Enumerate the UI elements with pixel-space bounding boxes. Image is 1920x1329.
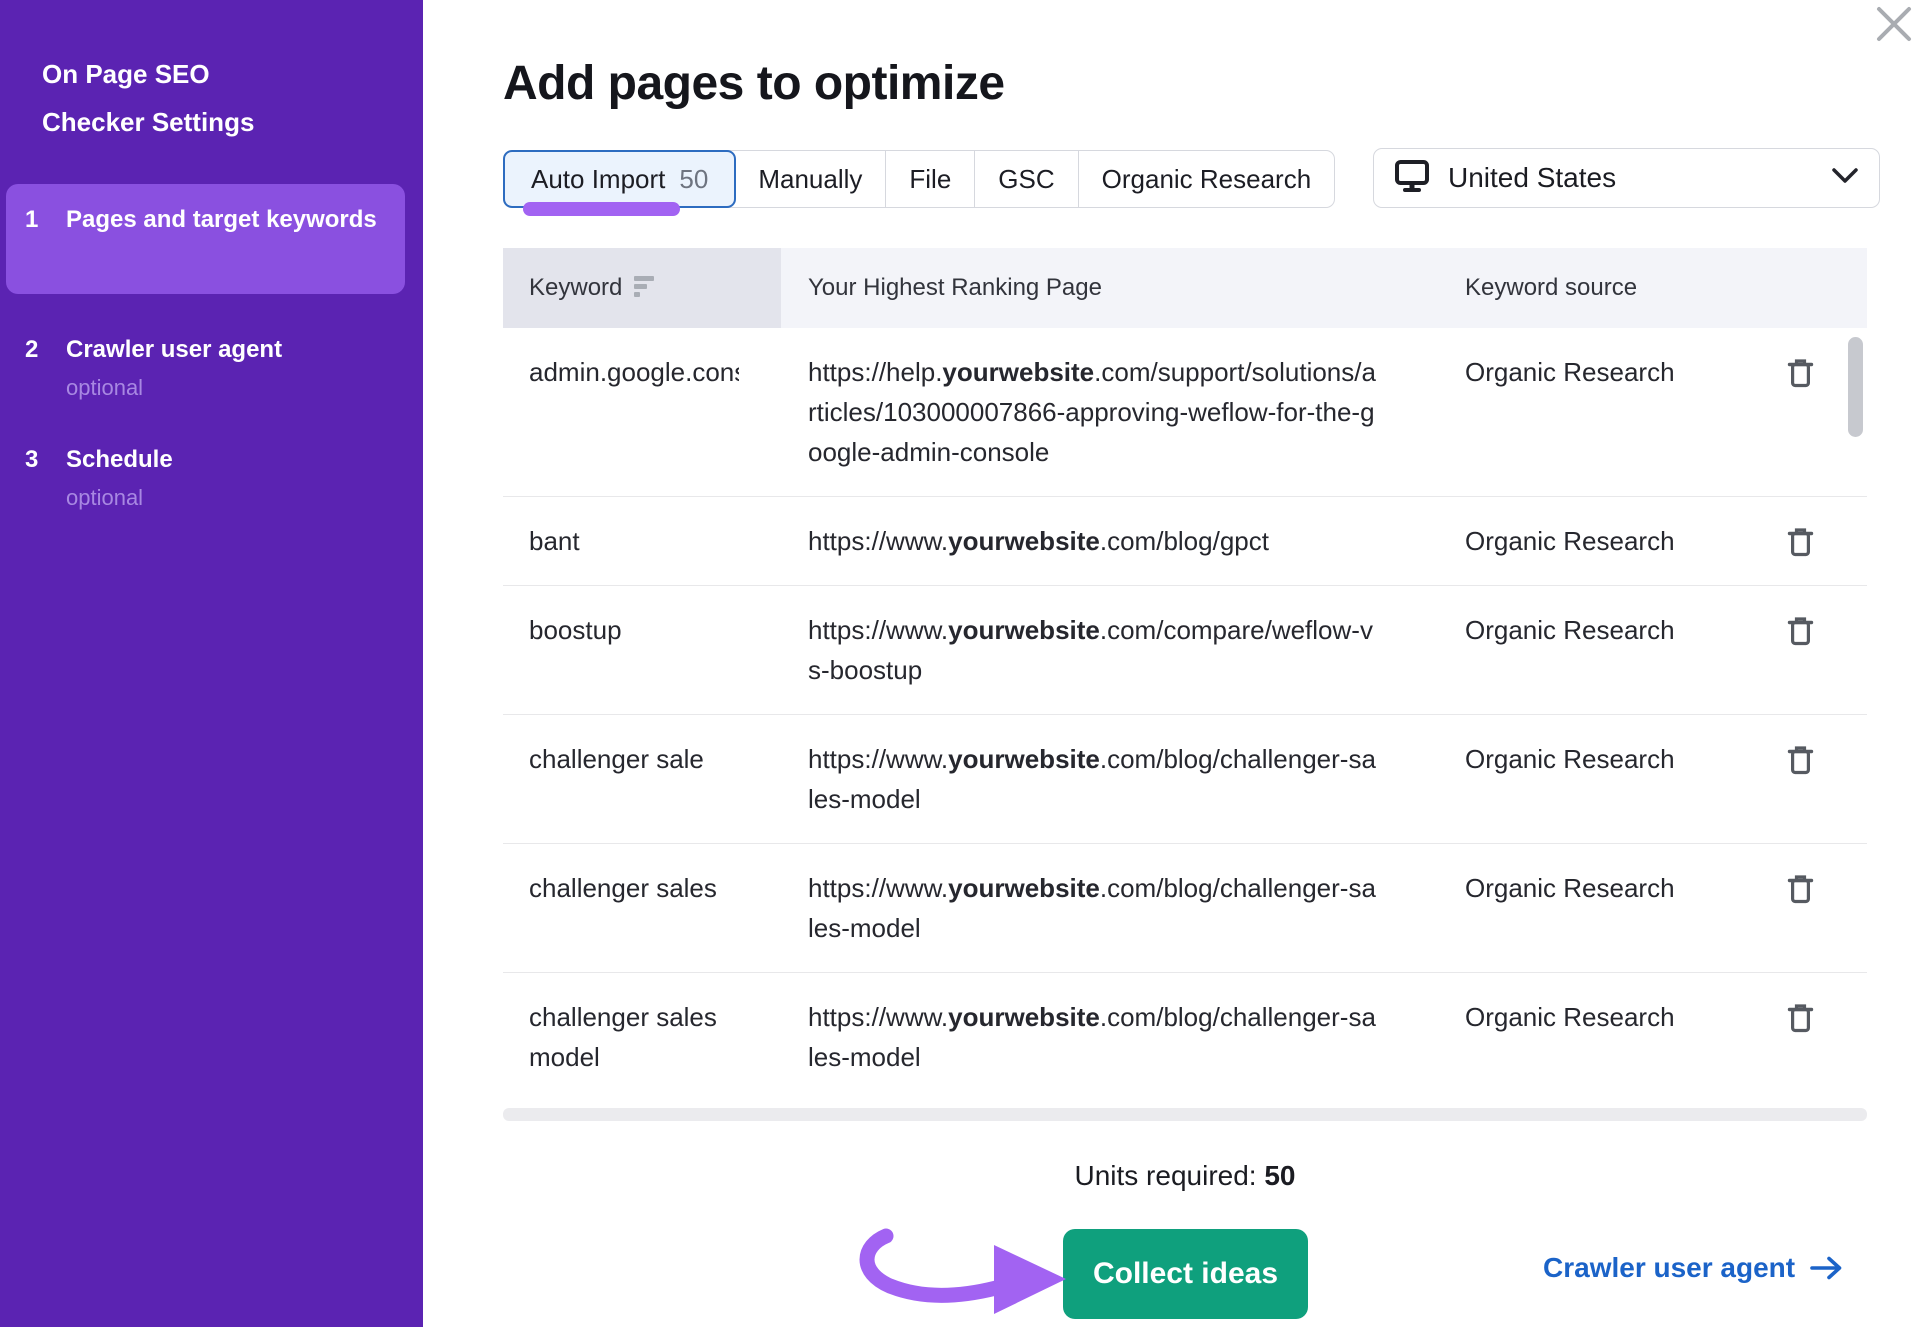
sidebar-step-crawler-user-agent[interactable]: 2 Crawler user agent optional xyxy=(6,314,405,420)
column-header-source-label: Keyword source xyxy=(1465,274,1637,302)
tab-gsc[interactable]: GSC xyxy=(975,151,1078,207)
country-select-value: United States xyxy=(1448,162,1831,194)
keyword-cell: boostup xyxy=(503,610,781,690)
ranking-page-url: https://www.yourwebsite.com/blog/gpct xyxy=(808,521,1380,561)
keywords-table: admin.google.console https://help.yourwe… xyxy=(503,328,1867,1101)
delete-row-button[interactable] xyxy=(1760,868,1840,948)
step-number: 3 xyxy=(25,441,66,513)
tab-auto-import-label: Auto Import xyxy=(531,164,665,195)
step-optional-label: optional xyxy=(66,483,391,513)
delete-row-button[interactable] xyxy=(1760,739,1840,819)
step-label: Crawler user agent xyxy=(66,336,282,363)
tab-auto-import[interactable]: Auto Import 50 xyxy=(503,150,736,208)
trash-icon xyxy=(1787,874,1814,905)
units-required-label: Units required: xyxy=(1074,1160,1264,1191)
delete-row-button[interactable] xyxy=(1760,610,1840,690)
keyword-cell: bant xyxy=(503,521,781,561)
table-header: Keyword Your Highest Ranking Page Keywor… xyxy=(503,248,1867,328)
keyword-source-cell: Organic Research xyxy=(1465,610,1760,690)
tab-manually[interactable]: Manually xyxy=(735,151,886,207)
ranking-page-url: https://www.yourwebsite.com/blog/challen… xyxy=(808,868,1380,948)
keyword-source-cell: Organic Research xyxy=(1465,997,1760,1077)
column-header-page: Your Highest Ranking Page xyxy=(781,248,1465,328)
keyword-source-cell: Organic Research xyxy=(1465,868,1760,948)
country-select[interactable]: United States xyxy=(1373,148,1880,208)
tab-organic-research-label: Organic Research xyxy=(1102,164,1312,195)
keyword-cell: challenger sales model xyxy=(503,997,781,1077)
chevron-down-icon xyxy=(1831,167,1859,189)
delete-row-button[interactable] xyxy=(1760,997,1840,1077)
keyword-cell: challenger sale xyxy=(503,739,781,819)
device-monitor-icon xyxy=(1394,159,1430,198)
table-row: admin.google.console https://help.yourwe… xyxy=(503,328,1867,496)
table-row: challenger sales https://www.yourwebsite… xyxy=(503,843,1867,972)
step-label: Pages and target keywords xyxy=(66,206,377,233)
tab-organic-research[interactable]: Organic Research xyxy=(1079,151,1335,207)
trash-icon xyxy=(1787,1003,1814,1034)
table-row: bant https://www.yourwebsite.com/blog/gp… xyxy=(503,496,1867,585)
units-required-value: 50 xyxy=(1264,1160,1295,1191)
delete-row-button[interactable] xyxy=(1760,521,1840,561)
sidebar-title-line2: Checker Settings xyxy=(42,98,254,146)
purple-underline-annotation xyxy=(523,202,680,216)
table-row: challenger sale https://www.yourwebsite.… xyxy=(503,714,1867,843)
sidebar-step-pages-and-target-keywords[interactable]: 1 Pages and target keywords xyxy=(6,184,405,294)
keyword-source-cell: Organic Research xyxy=(1465,352,1760,472)
settings-sidebar: On Page SEO Checker Settings 1 Pages and… xyxy=(0,0,423,1327)
sort-icon[interactable] xyxy=(634,276,654,300)
ranking-page-url: https://help.yourwebsite.com/support/sol… xyxy=(808,352,1380,472)
keyword-cell: challenger sales xyxy=(503,868,781,948)
trash-icon xyxy=(1787,745,1814,776)
sidebar-title: On Page SEO Checker Settings xyxy=(42,50,254,146)
column-header-page-label: Your Highest Ranking Page xyxy=(808,274,1102,302)
column-header-keyword-label: Keyword xyxy=(529,274,622,302)
close-icon[interactable] xyxy=(1872,2,1916,46)
crawler-user-agent-link-label: Crawler user agent xyxy=(1543,1252,1795,1284)
keyword-cell: admin.google.console xyxy=(529,352,739,392)
tab-manually-label: Manually xyxy=(758,164,862,195)
page-title: Add pages to optimize xyxy=(503,56,1005,111)
step-number: 2 xyxy=(25,331,66,403)
crawler-user-agent-link[interactable]: Crawler user agent xyxy=(1543,1252,1845,1284)
import-source-tabs: Auto Import 50 Manually File GSC Organic… xyxy=(503,150,1335,208)
delete-row-button[interactable] xyxy=(1760,352,1840,472)
sidebar-step-schedule[interactable]: 3 Schedule optional xyxy=(6,424,405,530)
keyword-source-cell: Organic Research xyxy=(1465,521,1760,561)
ranking-page-url: https://www.yourwebsite.com/blog/challen… xyxy=(808,739,1380,819)
column-header-keyword[interactable]: Keyword xyxy=(503,248,781,328)
step-optional-label: optional xyxy=(66,373,391,403)
tab-gsc-label: GSC xyxy=(998,164,1054,195)
table-row: challenger sales model https://www.yourw… xyxy=(503,972,1867,1101)
sidebar-title-line1: On Page SEO xyxy=(42,50,254,98)
column-header-source: Keyword source xyxy=(1465,248,1760,328)
ranking-page-url: https://www.yourwebsite.com/compare/wefl… xyxy=(808,610,1380,690)
tab-file[interactable]: File xyxy=(886,151,975,207)
collect-ideas-button[interactable]: Collect ideas xyxy=(1063,1229,1308,1319)
ranking-page-url: https://www.yourwebsite.com/blog/challen… xyxy=(808,997,1380,1077)
trash-icon xyxy=(1787,616,1814,647)
onpage-seo-checker-settings-modal: On Page SEO Checker Settings 1 Pages and… xyxy=(0,0,1920,1327)
tab-auto-import-count: 50 xyxy=(679,164,708,195)
step-number: 1 xyxy=(25,201,66,277)
vertical-scrollbar-thumb[interactable] xyxy=(1848,337,1863,437)
trash-icon xyxy=(1787,527,1814,558)
arrow-right-icon xyxy=(1809,1255,1845,1281)
step-label: Schedule xyxy=(66,446,173,473)
purple-arrow-annotation xyxy=(850,1222,1072,1329)
table-row: boostup https://www.yourwebsite.com/comp… xyxy=(503,585,1867,714)
keyword-source-cell: Organic Research xyxy=(1465,739,1760,819)
horizontal-scrollbar-track[interactable] xyxy=(503,1108,1867,1121)
units-required-text: Units required: 50 xyxy=(503,1160,1867,1192)
tab-file-label: File xyxy=(909,164,951,195)
trash-icon xyxy=(1787,358,1814,389)
